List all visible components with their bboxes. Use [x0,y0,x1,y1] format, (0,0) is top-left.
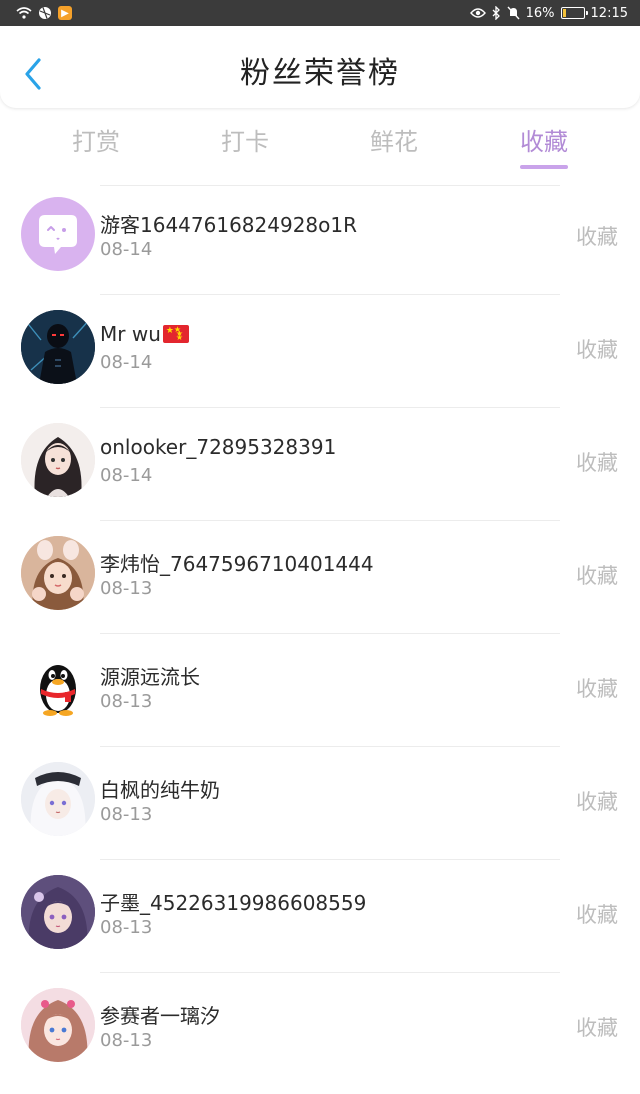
avatar[interactable] [21,875,95,949]
list-item[interactable]: 子墨_45226319986608559 08-13 收藏 [0,869,640,981]
divider [100,746,560,747]
fan-name: 李炜怡_7647596710401444 [100,552,374,576]
divider [100,294,560,295]
favorite-label[interactable]: 收藏 [576,786,618,816]
fan-name-text: Mr wu [100,322,161,346]
list-item[interactable]: 白枫的纯牛奶 08-13 收藏 [0,756,640,868]
pink-anime-girl-avatar [21,988,95,1062]
favorite-label[interactable]: 收藏 [576,899,618,929]
avatar[interactable] [21,762,95,836]
page-title: 粉丝荣誉榜 [240,56,400,91]
qq-penguin-avatar [21,649,95,723]
list-item[interactable]: 参赛者一璃汐 08-13 收藏 [0,982,640,1094]
list-item[interactable]: 游客16447616824928o1R 08-14 收藏 [0,191,640,303]
divider [100,859,560,860]
purple-anime-girl-avatar [21,875,95,949]
divider [100,407,560,408]
fan-date: 08-13 [100,917,153,938]
bunny-ears-girl-avatar [21,536,95,610]
fan-date: 08-13 [100,691,153,712]
favorite-label[interactable]: 收藏 [576,334,618,364]
clock: 12:15 [590,5,628,21]
fan-name: 白枫的纯牛奶 [100,778,220,802]
tab-label: 鲜花 [370,128,418,156]
active-tab-indicator [520,165,568,169]
favorite-label[interactable]: 收藏 [576,221,618,251]
battery-icon [560,7,588,19]
favorite-label[interactable]: 收藏 [576,560,618,590]
fan-name: 源源远流长 [100,665,200,689]
tab-bar: 打赏 打卡 鲜花 收藏 [0,108,640,169]
fan-name: Mr wu ★ ★ ★ ★ [100,322,189,346]
favorite-label[interactable]: 收藏 [576,673,618,703]
battery-percent: 16% [525,5,555,21]
avatar[interactable] [21,536,95,610]
ball-icon [38,6,52,20]
list-item[interactable]: Mr wu ★ ★ ★ ★ 08-14 收藏 [0,304,640,416]
fan-name: 参赛者一璃汐 [100,1004,220,1028]
divider [100,520,560,521]
video-app-icon: ▶ [58,6,72,20]
bluetooth-icon [492,6,501,20]
wifi-icon [16,7,32,19]
divider [100,972,560,973]
fan-name: 游客16447616824928o1R [100,213,358,237]
china-flag-icon: ★ ★ ★ ★ [162,325,189,343]
favorite-label[interactable]: 收藏 [576,447,618,477]
fan-date: 08-13 [100,804,153,825]
dark-hero-avatar [21,310,95,384]
anime-girl-avatar [21,423,95,497]
tab-flowers[interactable]: 鲜花 [370,122,418,157]
app-header: 粉丝荣誉榜 [0,26,640,108]
fan-name: onlooker_72895328391 [100,435,337,459]
avatar[interactable] [21,988,95,1062]
eye-icon [469,8,486,18]
tab-label: 打赏 [72,128,120,156]
divider [100,633,560,634]
fan-date: 08-14 [100,352,153,373]
fan-name: 子墨_45226319986608559 [100,891,367,915]
tab-label: 收藏 [520,128,568,156]
tab-favorites[interactable]: 收藏 [520,122,568,169]
fan-date: 08-13 [100,578,153,599]
chat-bubble-icon [39,215,77,254]
list-item[interactable]: 源源远流长 08-13 收藏 [0,643,640,755]
tab-reward[interactable]: 打赏 [72,122,120,157]
fan-date: 08-14 [100,465,153,486]
divider [100,185,560,186]
tab-label: 打卡 [221,128,269,156]
favorite-label[interactable]: 收藏 [576,1012,618,1042]
white-hair-anime-avatar [21,762,95,836]
fan-date: 08-13 [100,1030,153,1051]
avatar[interactable] [21,310,95,384]
avatar[interactable] [21,197,95,271]
avatar[interactable] [21,423,95,497]
avatar[interactable] [21,649,95,723]
tab-checkin[interactable]: 打卡 [221,122,269,157]
list-item[interactable]: 李炜怡_7647596710401444 08-13 收藏 [0,530,640,642]
mute-bell-icon [507,6,520,20]
status-bar: ▶ 16% 12:15 [0,0,640,26]
fan-date: 08-14 [100,239,153,260]
battery-fill [562,9,566,17]
list-item[interactable]: onlooker_72895328391 08-14 收藏 [0,417,640,529]
